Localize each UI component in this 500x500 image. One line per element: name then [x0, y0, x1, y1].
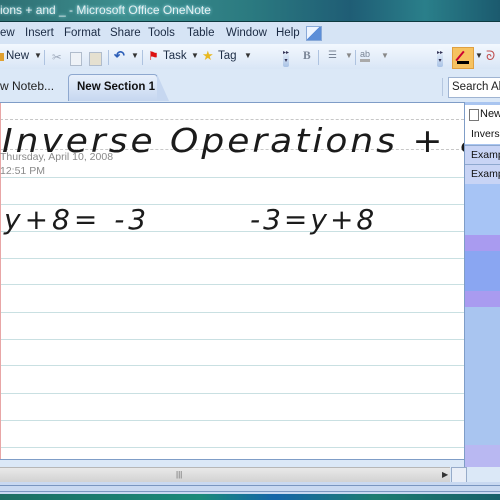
note-page[interactable]: Inverse Operations + and - Thursday, Apr… — [0, 102, 465, 460]
new-page-icon — [0, 53, 4, 61]
horizontal-scrollbar[interactable]: ||| ▶ — [0, 467, 450, 482]
toolbar-overflow-grip[interactable]: ▸▸ ▾ — [283, 49, 289, 67]
search-input[interactable]: Search All N — [448, 77, 500, 98]
tag-button[interactable]: Tag — [218, 50, 237, 62]
window-layout-icon[interactable] — [306, 26, 322, 41]
standard-toolbar: New ▼ ✂ ↶ ▼ ⚑ Task ▼ ★ Tag ▼ ▸▸ ▾ B ☰ ▼ a… — [0, 44, 500, 70]
lasso-select-icon[interactable]: ᘐ — [486, 48, 495, 64]
toolbar-separator — [44, 50, 45, 65]
page-list-band — [465, 183, 500, 235]
title-bar: ions + and _ - Microsoft Office OneNote — [0, 0, 500, 22]
copy-icon[interactable] — [70, 52, 82, 66]
toolbar-separator — [318, 50, 319, 65]
ruled-line — [0, 339, 464, 340]
page-tab-label: Inverse — [471, 128, 500, 140]
page-list-band — [465, 251, 500, 291]
toolbar-separator — [442, 78, 443, 96]
bullets-icon[interactable]: ☰ — [328, 50, 337, 61]
ruled-line — [0, 447, 464, 448]
page-tab-inverse[interactable]: Inverse — [465, 125, 500, 144]
frame-line — [0, 485, 500, 486]
menu-view[interactable]: ew — [0, 27, 15, 39]
page-tabs-panel: New Inverse Examp Examp — [464, 102, 500, 467]
undo-icon[interactable]: ↶ — [114, 48, 125, 64]
search-placeholder: Search All N — [452, 81, 500, 93]
page-tab-label: Examp — [471, 168, 500, 180]
page-tab-label: Examp — [471, 149, 500, 161]
page-list-band — [465, 307, 500, 445]
section-tab-new-section-1[interactable]: New Section 1 — [68, 74, 169, 101]
menu-bar: ew Insert Format Share Tools Table Windo… — [0, 22, 500, 44]
frame-line — [0, 491, 500, 492]
ruled-line — [0, 393, 464, 394]
ruled-line — [0, 312, 464, 313]
section-tab-label: New Section 1 — [77, 81, 155, 93]
page-tab-example-2[interactable]: Examp — [465, 164, 500, 184]
bold-button[interactable]: B — [303, 50, 311, 62]
scrollbar-thumb-grip[interactable]: ||| — [176, 470, 182, 479]
task-flag-icon: ⚑ — [148, 49, 159, 63]
page-tab-example-1[interactable]: Examp — [465, 145, 500, 165]
menu-help[interactable]: Help — [276, 27, 300, 39]
page-date: Thursday, April 10, 2008 — [0, 151, 114, 163]
scroll-right-arrow[interactable]: ▶ — [442, 470, 448, 479]
spelling-icon[interactable]: ab — [360, 49, 371, 62]
notebook-tab[interactable]: w Noteb... — [0, 79, 54, 93]
toolbar-separator — [142, 50, 143, 65]
tag-dropdown-arrow[interactable]: ▼ — [244, 51, 252, 60]
toolbar-overflow-grip[interactable]: ▸▸ ▾ — [437, 49, 443, 67]
page-list-band — [465, 291, 500, 307]
ruled-line — [0, 258, 464, 259]
ruled-line — [0, 284, 464, 285]
title-rule — [0, 119, 464, 121]
ruled-line — [0, 420, 464, 421]
toolbar-separator — [355, 50, 356, 65]
page-list-band — [465, 445, 500, 467]
menu-insert[interactable]: Insert — [25, 27, 54, 39]
menu-share[interactable]: Share — [110, 27, 141, 39]
menu-format[interactable]: Format — [64, 27, 100, 39]
pen-color-swatch — [457, 61, 469, 64]
new-page-label: New — [480, 108, 500, 120]
equation-ink-right[interactable]: -3=y+8 — [250, 203, 377, 236]
new-dropdown-arrow[interactable]: ▼ — [34, 51, 42, 60]
ruled-line — [0, 365, 464, 366]
ruled-line — [0, 177, 464, 178]
new-button[interactable]: New — [6, 50, 29, 62]
pen-icon — [455, 50, 465, 62]
menu-window[interactable]: Window — [226, 27, 267, 39]
taskbar — [0, 494, 500, 500]
pen-tool-button[interactable] — [452, 47, 474, 69]
cut-icon[interactable]: ✂ — [52, 50, 62, 64]
new-page-button[interactable]: New — [465, 105, 500, 125]
task-dropdown-arrow[interactable]: ▼ — [191, 51, 199, 60]
tag-star-icon: ★ — [202, 48, 214, 63]
toolbar-separator — [108, 50, 109, 65]
undo-dropdown-arrow[interactable]: ▼ — [131, 51, 139, 60]
bullets-dropdown-arrow[interactable]: ▼ — [345, 51, 353, 60]
paste-icon[interactable] — [89, 52, 102, 66]
page-list-band — [465, 235, 500, 251]
pen-dropdown-arrow[interactable]: ▼ — [475, 51, 483, 60]
spelling-dropdown-arrow[interactable]: ▼ — [381, 51, 389, 60]
menu-table[interactable]: Table — [187, 27, 215, 39]
window-title: ions + and _ - Microsoft Office OneNote — [0, 3, 211, 17]
equation-ink-left[interactable]: y+8= -3 — [4, 203, 150, 236]
new-page-icon — [469, 109, 479, 121]
page-time: 12:51 PM — [0, 165, 45, 177]
menu-tools[interactable]: Tools — [148, 27, 175, 39]
task-button[interactable]: Task — [163, 50, 187, 62]
